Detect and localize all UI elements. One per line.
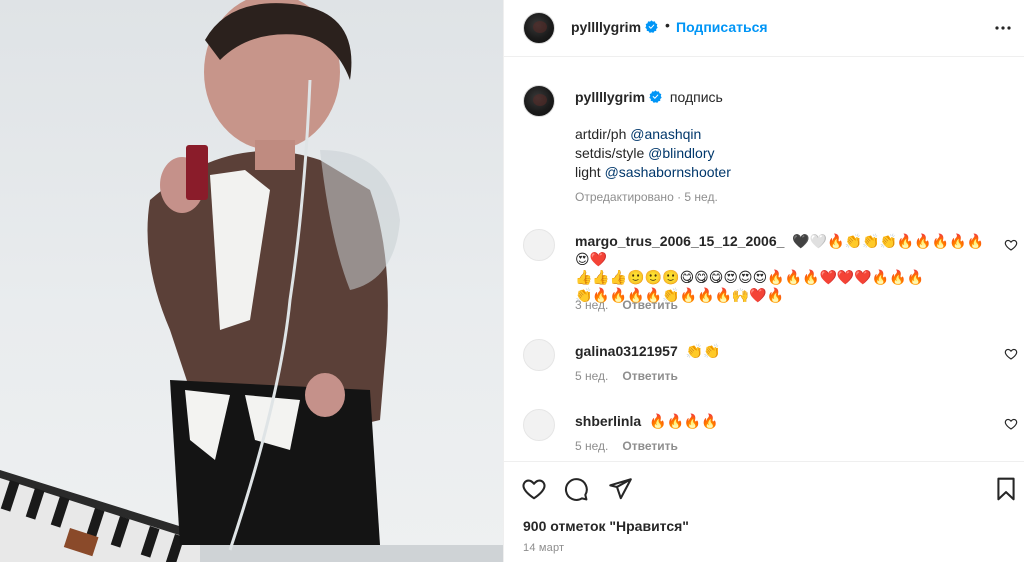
comment-text: shberlinla 🔥🔥🔥🔥: [575, 413, 719, 429]
comment-meta: 5 нед. Ответить: [575, 369, 678, 383]
verified-badge-icon: [649, 90, 662, 103]
comments-section[interactable]: pyllllygrim подпись artdir/ph @anashqin …: [504, 57, 1024, 461]
comment-time[interactable]: 3 нед.: [575, 298, 608, 312]
comment-like-heart-icon[interactable]: [1004, 417, 1018, 431]
comment-like-heart-icon[interactable]: [1004, 238, 1018, 252]
mention-link[interactable]: @anashqin: [630, 126, 701, 142]
post-actions: 900 отметок "Нравится" 14 март: [504, 461, 1024, 562]
caption-suffix: подпись: [669, 89, 723, 105]
comment-like-heart-icon[interactable]: [1004, 347, 1018, 361]
verified-badge-icon: [645, 20, 658, 33]
post-date[interactable]: 14 март: [523, 542, 564, 554]
comment-meta: 5 нед. Ответить: [575, 439, 678, 453]
comment-meta: 3 нед. Ответить: [575, 298, 678, 312]
caption-edited: Отредактировано · 5 нед.: [575, 190, 718, 204]
caption-line: setdis/style @blindlory: [575, 145, 715, 161]
caption-line: artdir/ph @anashqin: [575, 126, 702, 142]
mention-link[interactable]: @blindlory: [648, 145, 714, 161]
commenter-avatar[interactable]: [523, 409, 555, 441]
post-panel: pyllllygrim • Подписаться pyllllygrim по…: [503, 0, 1024, 562]
caption-line: light @sashabornshooter: [575, 164, 731, 180]
author-username[interactable]: pyllllygrim: [571, 19, 658, 35]
post-photo[interactable]: [0, 0, 503, 562]
photo-illustration: [0, 0, 503, 562]
more-options-icon[interactable]: [991, 16, 1015, 40]
comment-text: margo_trus_2006_15_12_2006_ 🖤🤍🔥👏👏👏🔥🔥🔥🔥🔥😍…: [575, 233, 985, 303]
caption-avatar[interactable]: [523, 85, 555, 117]
bookmark-icon[interactable]: [993, 476, 1019, 502]
commenter-username[interactable]: galina03121957: [575, 343, 678, 359]
follow-button[interactable]: Подписаться: [676, 19, 768, 35]
commenter-username[interactable]: shberlinla: [575, 413, 641, 429]
caption-username[interactable]: pyllllygrim: [575, 89, 645, 105]
author-avatar[interactable]: [523, 12, 555, 44]
likes-count[interactable]: 900 отметок "Нравится": [523, 518, 689, 534]
commenter-username[interactable]: margo_trus_2006_15_12_2006_: [575, 233, 784, 249]
mention-link[interactable]: @sashabornshooter: [605, 164, 731, 180]
share-icon[interactable]: [607, 476, 633, 502]
separator-dot: •: [665, 17, 670, 33]
reply-button[interactable]: Ответить: [622, 439, 677, 453]
comment-icon[interactable]: [563, 476, 589, 502]
comment-text: galina03121957 👏👏: [575, 343, 721, 359]
commenter-avatar[interactable]: [523, 229, 555, 261]
comment-time[interactable]: 5 нед.: [575, 369, 608, 383]
post-header: pyllllygrim • Подписаться: [504, 0, 1024, 57]
commenter-avatar[interactable]: [523, 339, 555, 371]
heart-icon[interactable]: [521, 476, 547, 502]
reply-button[interactable]: Ответить: [622, 369, 677, 383]
caption-header: pyllllygrim подпись: [575, 88, 723, 106]
comment-time[interactable]: 5 нед.: [575, 439, 608, 453]
reply-button[interactable]: Ответить: [622, 298, 677, 312]
